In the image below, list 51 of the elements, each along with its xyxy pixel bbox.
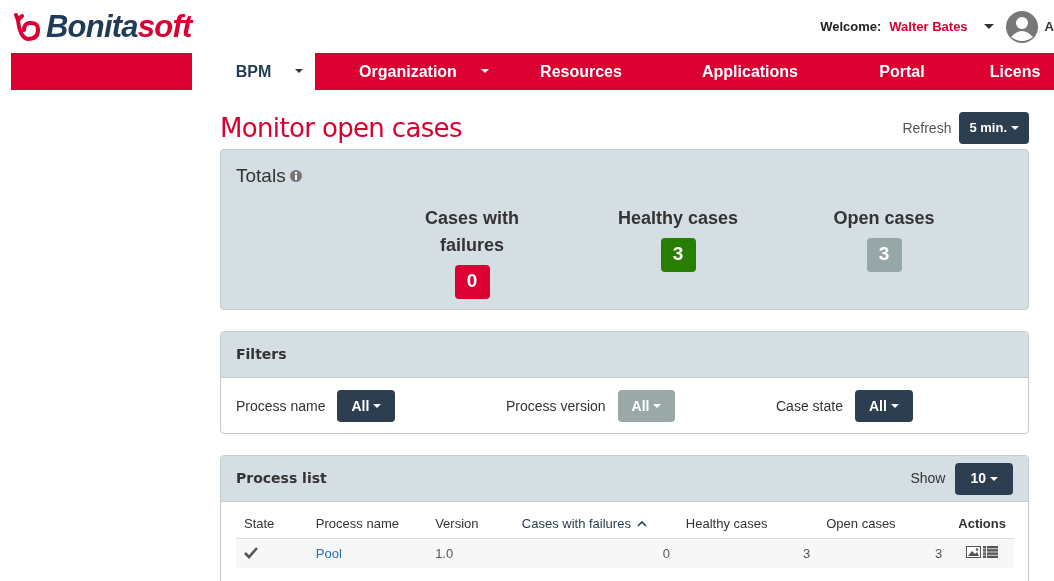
refresh-label: Refresh bbox=[902, 118, 952, 138]
count-badge: 3 bbox=[660, 237, 696, 272]
filter-label: Case state bbox=[776, 396, 843, 416]
page-title: Monitor open cases bbox=[220, 111, 462, 145]
refresh-dropdown[interactable]: 5 min. bbox=[959, 112, 1029, 144]
logo-icon bbox=[14, 11, 42, 42]
column-header: Actions bbox=[958, 516, 1006, 531]
nav-tab[interactable]: Organization bbox=[315, 53, 501, 90]
show-label: Show bbox=[910, 469, 946, 488]
filter-label: Process name bbox=[236, 396, 326, 416]
page-size-dropdown[interactable]: 10 bbox=[955, 462, 1013, 495]
caret-icon bbox=[295, 69, 303, 73]
column-header: Version bbox=[435, 516, 479, 531]
total-label: Open cases bbox=[832, 206, 936, 230]
image-icon[interactable] bbox=[966, 545, 982, 558]
table-cell: 3 bbox=[803, 545, 811, 561]
panel-title: Totals bbox=[236, 164, 286, 188]
column-header: Healthy cases bbox=[685, 516, 768, 531]
count-badge: 3 bbox=[866, 237, 902, 272]
column-header: Open cases bbox=[826, 516, 896, 531]
column-header: Process name bbox=[315, 516, 399, 531]
column-header: State bbox=[244, 516, 275, 531]
user-name-link[interactable]: Walter Bates bbox=[889, 16, 968, 37]
filter-dropdown[interactable]: All bbox=[337, 390, 396, 422]
caret-icon[interactable] bbox=[983, 24, 994, 29]
count-badge: 0 bbox=[454, 264, 490, 299]
column-header[interactable]: Cases with failures bbox=[521, 516, 631, 531]
nav-tab[interactable]: BPM bbox=[192, 53, 315, 90]
table-cell: 1.0 bbox=[435, 545, 454, 561]
nav-tab[interactable]: Portal bbox=[839, 53, 965, 90]
sort-ascending-icon[interactable] bbox=[636, 520, 647, 528]
table-cell: 3 bbox=[935, 545, 943, 561]
total-label: Healthy cases bbox=[616, 206, 740, 230]
filter-label: Process version bbox=[506, 396, 606, 416]
logo-text: Bonitasoft bbox=[46, 11, 192, 42]
nav-tab[interactable]: Licens bbox=[965, 53, 1054, 90]
avatar-icon[interactable] bbox=[1005, 10, 1038, 43]
info-icon bbox=[289, 170, 302, 183]
nav-tab[interactable]: Applications bbox=[661, 53, 839, 90]
table-cell: 0 bbox=[662, 545, 670, 561]
panel-title: Process list bbox=[236, 469, 327, 488]
panel-title: Filters bbox=[236, 345, 287, 364]
check-icon bbox=[244, 547, 258, 560]
caret-icon bbox=[481, 69, 489, 73]
nav-tab[interactable]: Resources bbox=[501, 53, 661, 90]
process-link[interactable]: Pool bbox=[315, 545, 342, 561]
filter-dropdown[interactable]: All bbox=[854, 390, 913, 422]
welcome-label: Welcome: bbox=[820, 17, 882, 36]
user-label: A bbox=[1044, 17, 1054, 36]
list-icon[interactable] bbox=[983, 545, 999, 558]
total-label: Cases with failures bbox=[423, 206, 520, 257]
